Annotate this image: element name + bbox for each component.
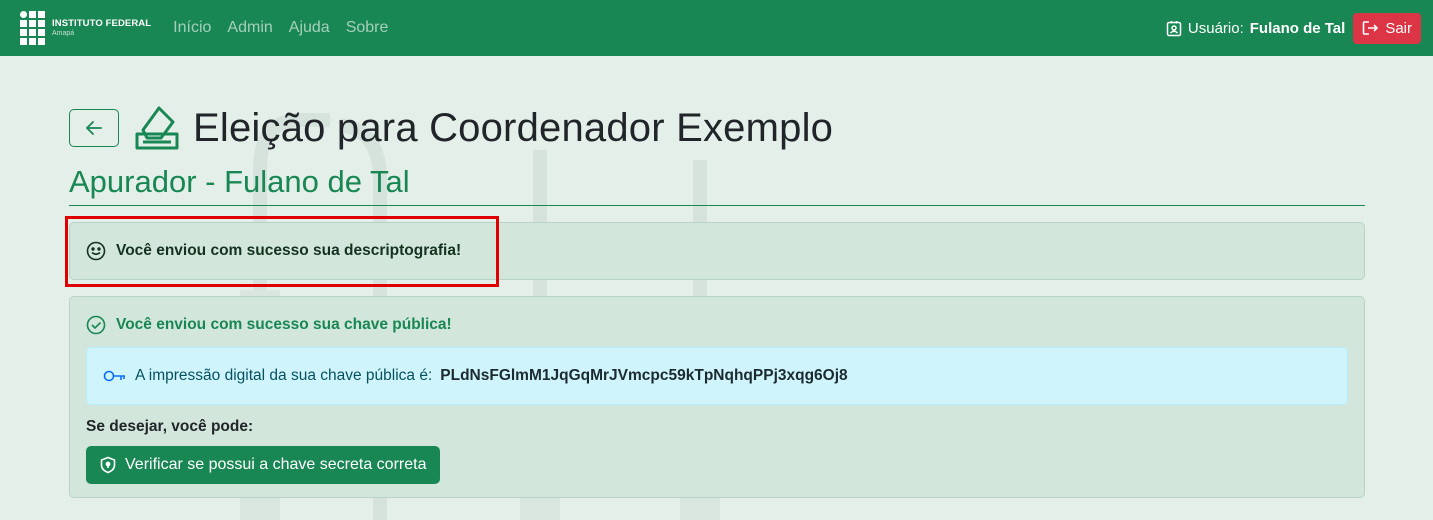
nav-link-inicio[interactable]: Início	[173, 19, 211, 37]
fingerprint-value: PLdNsFGlmM1JqGqMrJVmcpc59kTpNqhqPPj3xqg6…	[440, 367, 848, 384]
nav-links: Início Admin Ajuda Sobre	[173, 19, 388, 37]
page-subtitle: Apurador - Fulano de Tal	[69, 164, 1365, 206]
user-badge-icon	[1166, 20, 1182, 36]
brand-logo[interactable]: INSTITUTO FEDERAL Amapá	[20, 11, 151, 45]
verify-secret-key-button[interactable]: Verificar se possui a chave secreta corr…	[86, 446, 441, 484]
shield-icon	[100, 456, 116, 474]
brand-name: INSTITUTO FEDERAL	[52, 17, 152, 29]
options-prompt: Se desejar, você pode:	[86, 418, 254, 435]
nav-link-admin[interactable]: Admin	[227, 19, 272, 37]
navbar: INSTITUTO FEDERAL Amapá Início Admin Aju…	[0, 0, 1433, 56]
pubkey-success-card: Você enviou com sucesso sua chave públic…	[69, 296, 1365, 498]
logout-label: Sair	[1385, 19, 1412, 37]
decrypt-success-card: Você enviou com sucesso sua descriptogra…	[65, 216, 1365, 287]
nav-link-sobre[interactable]: Sobre	[346, 19, 389, 37]
fingerprint-label: A impressão digital da sua chave pública…	[135, 367, 433, 384]
fingerprint-info-box: A impressão digital da sua chave pública…	[86, 347, 1348, 405]
arrow-left-icon	[85, 121, 102, 135]
key-icon	[103, 370, 125, 382]
smile-icon	[86, 241, 106, 261]
nav-link-ajuda[interactable]: Ajuda	[289, 19, 330, 37]
page-title: Eleição para Coordenador Exemplo	[193, 105, 834, 150]
logout-icon	[1363, 21, 1379, 35]
main-content: Eleição para Coordenador Exemplo Apurado…	[0, 56, 1433, 498]
verify-button-label: Verificar se possui a chave secreta corr…	[125, 456, 427, 473]
back-button[interactable]	[69, 109, 119, 147]
brand-sub: Amapá	[52, 30, 75, 38]
institute-logo-icon	[20, 11, 45, 45]
ballot-box-icon	[133, 104, 181, 152]
decrypt-success-message: Você enviou com sucesso sua descriptogra…	[116, 242, 462, 259]
pubkey-success-message: Você enviou com sucesso sua chave públic…	[116, 316, 452, 333]
logout-button[interactable]: Sair	[1353, 12, 1421, 44]
user-label: Usuário:	[1187, 19, 1244, 37]
user-name: Fulano de Tal	[1249, 19, 1346, 37]
check-circle-icon	[86, 315, 106, 335]
user-info: Usuário: Fulano de Tal	[1166, 20, 1345, 37]
